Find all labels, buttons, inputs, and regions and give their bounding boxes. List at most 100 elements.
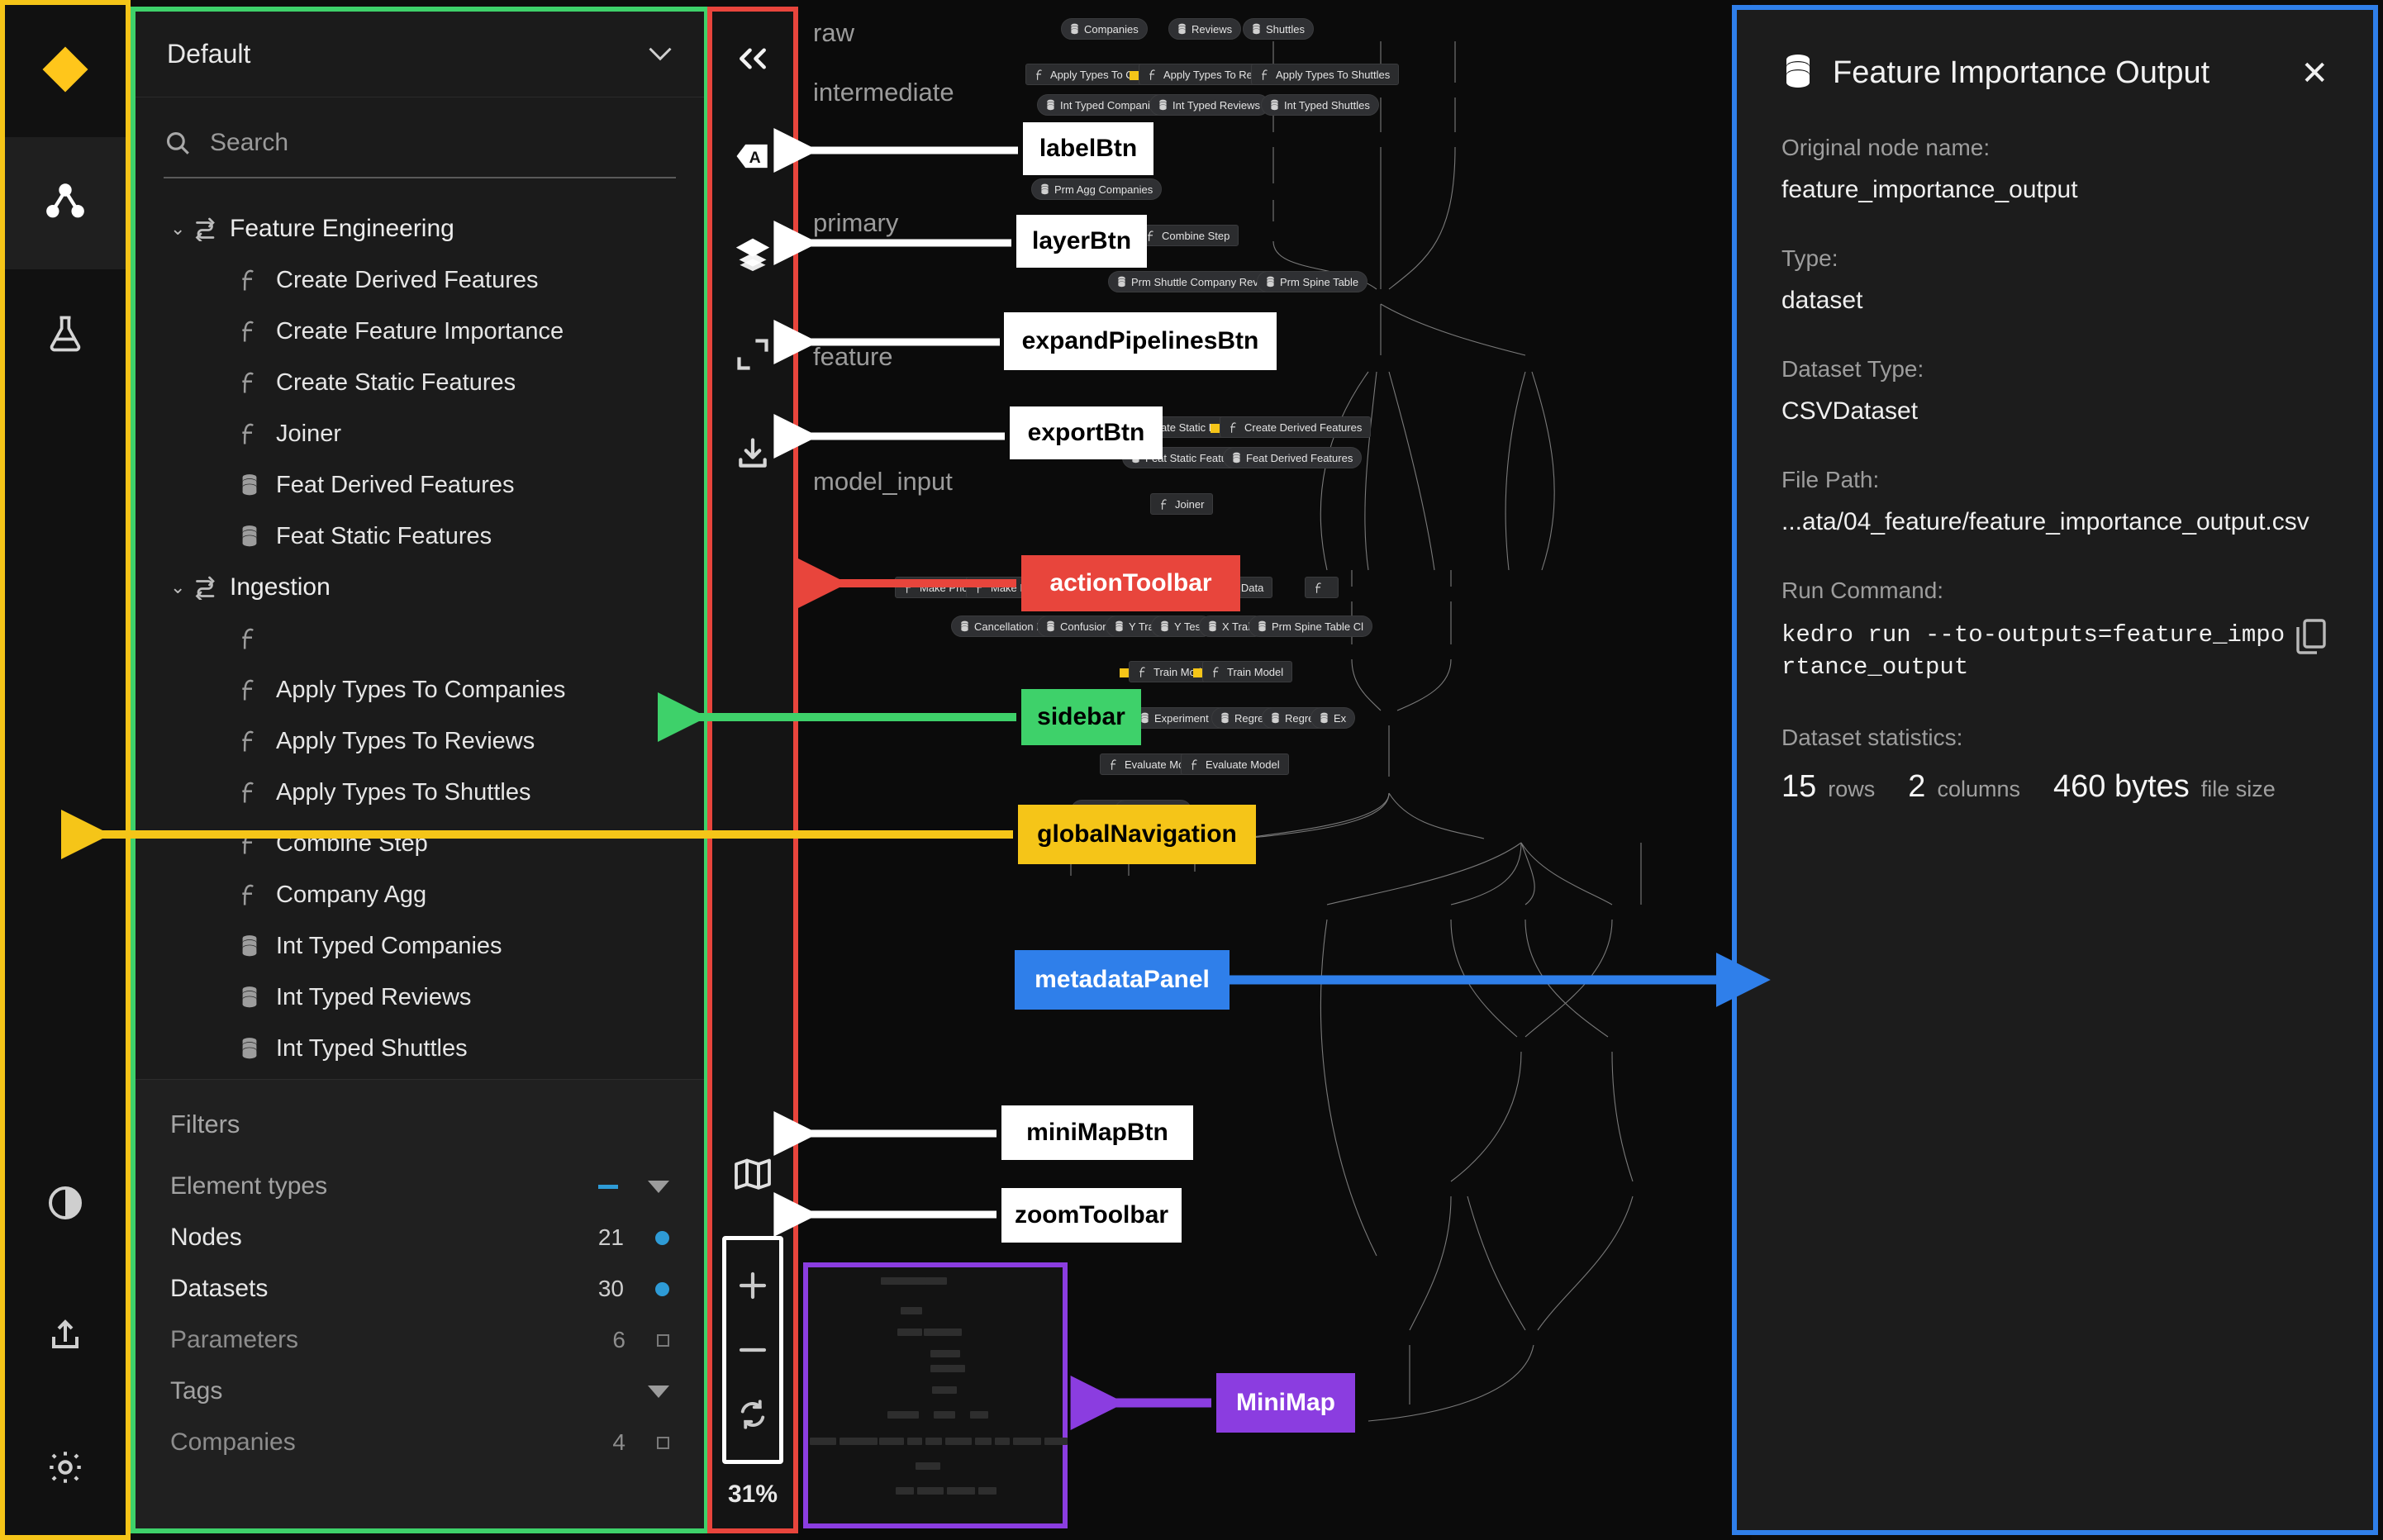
filter-row-tags[interactable]: Tags xyxy=(136,1366,704,1417)
copy-icon[interactable] xyxy=(2294,617,2328,661)
graph-node[interactable]: Ex xyxy=(1310,707,1356,729)
tree-group-feature-engineering[interactable]: ⌄ Feature Engineering xyxy=(136,203,704,254)
metadata-panel-title: Feature Importance Output xyxy=(1833,55,2210,90)
tree-item-label: Int Typed Shuttles xyxy=(276,1034,468,1062)
stat-unit: rows xyxy=(1828,777,1876,802)
nav-item-share[interactable] xyxy=(5,1271,126,1403)
graph-node[interactable]: Apply Types To Shuttles xyxy=(1251,64,1400,85)
tree-item[interactable]: Create Feature Importance xyxy=(136,306,704,357)
filters-panel: Filters Element types Nodes 21 Datasets 30 Pa… xyxy=(136,1079,704,1528)
chevron-down-icon[interactable]: ⌄ xyxy=(170,577,193,598)
stat-unit: columns xyxy=(1937,777,2020,802)
graph-node[interactable]: Prm Spine Table xyxy=(1257,271,1368,292)
filter-row-parameters[interactable]: Parameters 6 xyxy=(136,1314,704,1366)
dataset-statistics-row: 15 rows 2 columns 460 bytes file size xyxy=(1781,769,2328,805)
function-icon xyxy=(231,831,268,856)
collapse-sidebar-button[interactable] xyxy=(724,30,782,88)
checkbox-off-icon[interactable] xyxy=(657,1333,669,1347)
tree-item[interactable]: Apply Types To Reviews xyxy=(136,715,704,767)
search-bar[interactable] xyxy=(136,97,704,188)
zoom-toolbar xyxy=(722,1236,783,1464)
graph-node[interactable]: Feat Derived Features xyxy=(1223,447,1363,468)
zoom-out-button[interactable] xyxy=(728,1318,778,1382)
tree-item-label: Apply Types To Companies xyxy=(276,676,566,703)
graph-node[interactable]: Joiner xyxy=(1150,493,1214,515)
graph-node[interactable]: Prm Agg Companies xyxy=(1031,178,1163,200)
graph-node[interactable]: Combine Step xyxy=(1137,225,1239,246)
layer-button[interactable] xyxy=(724,225,782,283)
graph-node[interactable] xyxy=(1305,577,1339,598)
graph-node[interactable]: Shuttles xyxy=(1243,18,1314,40)
tree-item[interactable]: Joiner xyxy=(136,408,704,459)
tree-item[interactable]: Create Static Features xyxy=(136,357,704,408)
tree-item[interactable]: Int Typed Companies xyxy=(136,920,704,972)
graph-node[interactable]: Int Typed Reviews xyxy=(1149,94,1269,116)
function-icon xyxy=(231,882,268,907)
tree-item[interactable]: Create Derived Features xyxy=(136,254,704,306)
dataset-statistics-label: Dataset statistics: xyxy=(1781,725,1963,751)
nav-item-flowchart[interactable] xyxy=(5,137,126,269)
graph-node[interactable]: Prm Spine Table Cl xyxy=(1249,616,1373,637)
minimap-node xyxy=(925,1438,942,1445)
function-icon xyxy=(1314,582,1325,594)
function-icon xyxy=(231,319,268,344)
metadata-panel: Feature Importance Output ✕ Original nod… xyxy=(1732,5,2378,1535)
partial-check-indicator[interactable] xyxy=(598,1184,618,1189)
tree-item[interactable]: Company Agg xyxy=(136,869,704,920)
checkbox-on-icon[interactable] xyxy=(655,1281,669,1296)
tree-item[interactable]: Feat Static Features xyxy=(136,511,704,562)
tree-item[interactable]: Apply Types To Companies xyxy=(136,664,704,715)
tree-item[interactable]: Combine Step xyxy=(136,818,704,869)
zoom-reset-button[interactable] xyxy=(728,1382,778,1447)
label-button[interactable]: A xyxy=(724,127,782,185)
pipeline-dropdown[interactable]: Default xyxy=(136,12,704,97)
minimap-node xyxy=(1013,1438,1041,1445)
dataset-icon xyxy=(1158,99,1168,111)
graph-node[interactable]: Reviews xyxy=(1168,18,1242,40)
nav-item-settings[interactable] xyxy=(5,1403,126,1535)
filters-title: Filters xyxy=(170,1110,240,1138)
tree-item-label: Create Static Features xyxy=(276,368,516,396)
tree-item[interactable]: Int Typed Reviews xyxy=(136,972,704,1023)
filter-row-element-types[interactable]: Element types xyxy=(136,1161,704,1212)
chevron-down-icon[interactable] xyxy=(648,1385,669,1398)
filter-row-companies[interactable]: Companies 4 xyxy=(136,1417,704,1468)
dataset-icon xyxy=(1115,620,1124,632)
graph-node[interactable]: Int Typed Shuttles xyxy=(1261,94,1379,116)
chevron-down-icon[interactable]: ⌄ xyxy=(170,218,193,240)
nav-item-theme-toggle[interactable] xyxy=(5,1138,126,1271)
minimap-node xyxy=(934,1411,955,1419)
search-input[interactable] xyxy=(210,129,676,157)
graph-node-label: Shuttles xyxy=(1266,22,1305,36)
annotation-callout-exportBtn: exportBtn xyxy=(1010,406,1163,459)
tree-item[interactable]: Int Typed Shuttles xyxy=(136,1023,704,1074)
nav-item-kedro-logo[interactable] xyxy=(5,5,126,137)
tree-group-ingestion[interactable]: ⌄ Ingestion xyxy=(136,562,704,613)
close-icon[interactable]: ✕ xyxy=(2300,57,2328,90)
export-button[interactable] xyxy=(724,425,782,482)
filter-label: Datasets xyxy=(170,1275,269,1302)
minimap[interactable] xyxy=(803,1262,1068,1528)
graph-node[interactable]: Companies xyxy=(1061,18,1148,40)
zoom-in-button[interactable] xyxy=(728,1253,778,1318)
function-icon xyxy=(1229,421,1239,434)
dataset-icon xyxy=(1160,620,1169,632)
graph-node[interactable]: Train Model xyxy=(1193,661,1293,682)
metadata-field-value: ...ata/04_feature/feature_importance_out… xyxy=(1781,508,2309,535)
expand-pipelines-button[interactable] xyxy=(724,326,782,383)
nav-item-experiment-tracking[interactable] xyxy=(5,269,126,402)
tree-item[interactable] xyxy=(136,613,704,664)
chevron-down-icon[interactable] xyxy=(648,1180,669,1193)
filter-row-nodes[interactable]: Nodes 21 xyxy=(136,1212,704,1263)
filter-row-datasets[interactable]: Datasets 30 xyxy=(136,1263,704,1314)
checkbox-off-icon[interactable] xyxy=(657,1436,669,1449)
minimap-button[interactable] xyxy=(724,1145,782,1203)
run-command-row: kedro run --to-outputs=feature_importanc… xyxy=(1781,604,2328,683)
minimap-node xyxy=(879,1438,904,1445)
tree-item[interactable]: Feat Derived Features xyxy=(136,459,704,511)
graph-node[interactable]: Evaluate Model xyxy=(1181,753,1289,775)
checkbox-on-icon[interactable] xyxy=(655,1230,669,1245)
graph-node[interactable]: Create Derived Features xyxy=(1211,416,1372,438)
minimap-node xyxy=(887,1411,919,1419)
tree-item[interactable]: Apply Types To Shuttles xyxy=(136,767,704,818)
